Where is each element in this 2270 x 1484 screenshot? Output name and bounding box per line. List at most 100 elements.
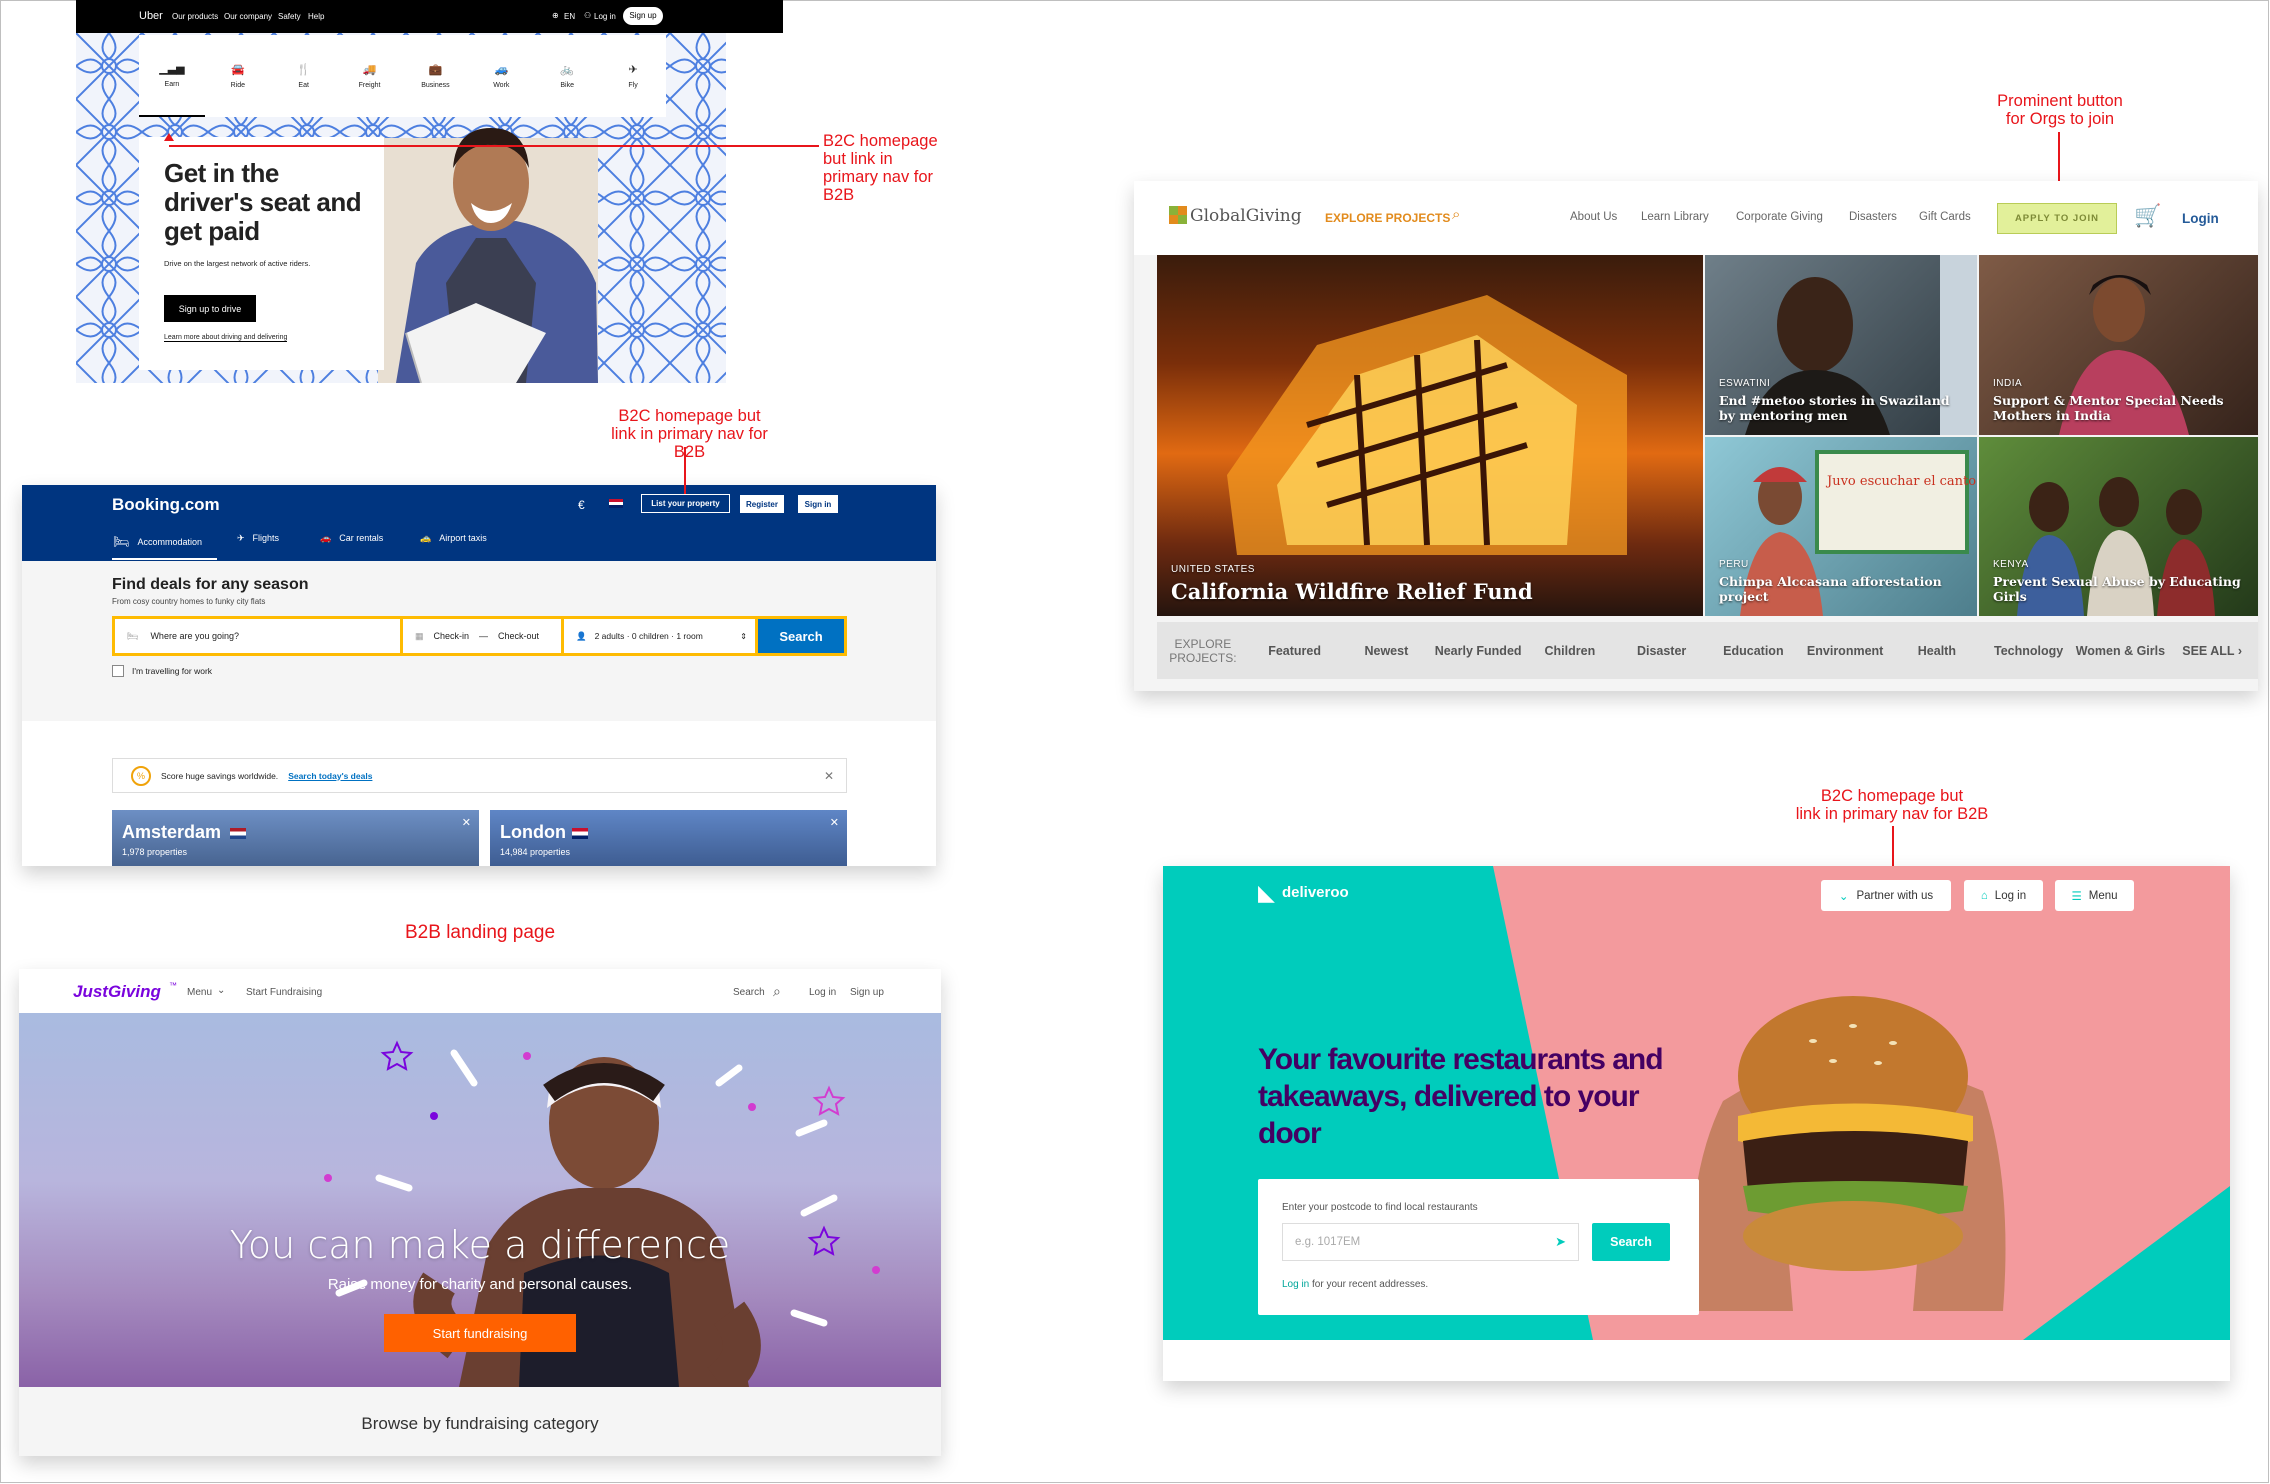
- deliveroo-partner-button[interactable]: ⌄ Partner with us: [1821, 880, 1951, 911]
- globalgiving-cat-women-girls[interactable]: Women & Girls: [2075, 644, 2167, 658]
- uber-learn-more-link[interactable]: Learn more about driving and delivering: [164, 334, 288, 342]
- justgiving-search[interactable]: Search: [733, 987, 765, 998]
- uber-cat-label: Earn: [164, 81, 180, 88]
- booking-tab-accommodation[interactable]: 🛏 Accommodation: [112, 525, 222, 559]
- deliveroo-postcode-input[interactable]: e.g. 1017EM ➤: [1282, 1223, 1579, 1261]
- justgiving-annotation: B2B landing page: [405, 922, 556, 943]
- truck-icon: 🚚: [362, 64, 377, 76]
- search-icon[interactable]: ⌕: [773, 983, 781, 1000]
- booking-search-button[interactable]: Search: [758, 619, 844, 653]
- globalgiving-nav-about[interactable]: About Us: [1570, 211, 1617, 223]
- cart-icon[interactable]: 🛒: [2134, 203, 2161, 229]
- booking-promo-link[interactable]: Search today's deals: [288, 771, 372, 781]
- justgiving-logo[interactable]: JustGiving: [73, 982, 161, 1002]
- justgiving-start-fundraising-button[interactable]: Start fundraising: [384, 1314, 576, 1352]
- uber-cat-bike[interactable]: 🚲 Bike: [534, 35, 600, 117]
- justgiving-signup[interactable]: Sign up: [850, 987, 884, 998]
- globalgiving-tile-india[interactable]: INDIA Support & Mentor Special Needs Mot…: [1979, 255, 2258, 435]
- nl-flag-icon: [230, 828, 246, 839]
- globalgiving-see-all[interactable]: SEE ALL ›: [2166, 644, 2258, 658]
- search-icon[interactable]: ⌕: [1452, 206, 1460, 223]
- deliveroo-partner-label: Partner with us: [1856, 889, 1934, 902]
- globalgiving-cat-environment[interactable]: Environment: [1799, 644, 1891, 658]
- globalgiving-cat-featured[interactable]: Featured: [1249, 644, 1341, 658]
- globalgiving-cat-education[interactable]: Education: [1708, 644, 1800, 658]
- uber-logo[interactable]: Uber: [139, 10, 163, 22]
- booking-guests-select[interactable]: 👤 2 adults · 0 children · 1 room ⇕: [564, 619, 755, 653]
- deliveroo-login-link[interactable]: Log in: [1282, 1279, 1309, 1290]
- location-arrow-icon[interactable]: ➤: [1555, 1234, 1566, 1250]
- uber-nav-products[interactable]: Our products: [172, 12, 218, 21]
- globalgiving-nav-disasters[interactable]: Disasters: [1849, 211, 1897, 223]
- booking-register-button[interactable]: Register: [740, 495, 784, 513]
- globalgiving-cat-health[interactable]: Health: [1891, 644, 1983, 658]
- justgiving-start-fundraising-link[interactable]: Start Fundraising: [246, 987, 322, 998]
- uber-nav-company[interactable]: Our company: [224, 12, 272, 21]
- booking-tab-car-rentals[interactable]: 🚗 Car rentals: [320, 533, 383, 544]
- uber-cat-work[interactable]: 🚙 Work: [468, 35, 534, 117]
- globalgiving-tile-kenya[interactable]: KENYA Prevent Sexual Abuse by Educating …: [1979, 437, 2258, 616]
- globalgiving-tile-main[interactable]: UNITED STATES California Wildfire Relief…: [1157, 255, 1703, 616]
- bed-icon: 🛏: [113, 534, 130, 549]
- percent-icon: %: [131, 765, 151, 786]
- globalgiving-cat-newest[interactable]: Newest: [1341, 644, 1433, 658]
- booking-city-card-amsterdam[interactable]: Amsterdam 1,978 properties ✕: [112, 810, 479, 866]
- booking-logo[interactable]: Booking.com: [112, 495, 220, 515]
- deliveroo-login-button[interactable]: ⌂ Log in: [1964, 880, 2043, 911]
- globalgiving-nav-gift-cards[interactable]: Gift Cards: [1919, 211, 1971, 223]
- uber-signup-drive-button[interactable]: Sign up to drive: [164, 295, 256, 322]
- checkbox[interactable]: [112, 665, 124, 677]
- globalgiving-cat-technology[interactable]: Technology: [1983, 644, 2075, 658]
- person-icon: 👤: [576, 630, 587, 641]
- booking-currency[interactable]: €: [578, 498, 585, 512]
- justgiving-menu[interactable]: Menu: [187, 987, 212, 998]
- deliveroo-menu-button[interactable]: ☰ Menu: [2055, 880, 2134, 911]
- close-icon[interactable]: ✕: [462, 816, 471, 829]
- uber-nav-help[interactable]: Help: [308, 12, 324, 21]
- tile-country: UNITED STATES: [1171, 564, 1255, 575]
- deliveroo-search-button[interactable]: Search: [1592, 1223, 1670, 1261]
- booking-subheading: From cosy country homes to funky city fl…: [112, 597, 266, 606]
- globalgiving-login[interactable]: Login: [2182, 211, 2219, 226]
- booking-tab-underline: [112, 558, 217, 560]
- globalgiving-logo[interactable]: GlobalGiving: [1190, 206, 1302, 226]
- uber-signup-button[interactable]: Sign up: [623, 7, 663, 25]
- globalgiving-nav-corporate[interactable]: Corporate Giving: [1736, 211, 1823, 223]
- uber-cat-eat[interactable]: 🍴 Eat: [271, 35, 337, 117]
- globalgiving-cat-children[interactable]: Children: [1524, 644, 1616, 658]
- uber-cat-business[interactable]: 💼 Business: [403, 35, 469, 117]
- booking-list-property-button[interactable]: List your property: [641, 494, 730, 513]
- justgiving-headline: You can make a difference: [229, 1223, 731, 1267]
- uber-lang[interactable]: EN: [564, 12, 575, 21]
- close-icon[interactable]: ✕: [830, 816, 839, 829]
- globalgiving-logo-icon: [1169, 206, 1187, 224]
- deliveroo-login-label: Log in: [1994, 889, 2027, 902]
- booking-dates-input[interactable]: ▦ Check-in — Check-out: [403, 619, 561, 653]
- globalgiving-nav-library[interactable]: Learn Library: [1641, 211, 1709, 223]
- globalgiving-cat-nearly-funded[interactable]: Nearly Funded: [1432, 644, 1524, 658]
- uk-flag-icon[interactable]: [609, 499, 623, 508]
- uber-subtext: Drive on the largest network of active r…: [164, 259, 311, 268]
- uber-cat-fly[interactable]: ✈ Fly: [600, 35, 666, 117]
- globalgiving-apply-button[interactable]: APPLY TO JOIN: [1997, 203, 2117, 234]
- justgiving-login[interactable]: Log in: [809, 987, 836, 998]
- uber-cat-freight[interactable]: 🚚 Freight: [337, 35, 403, 117]
- globalgiving-cat-disaster[interactable]: Disaster: [1616, 644, 1708, 658]
- booking-city-card-london[interactable]: London 14,984 properties ✕: [490, 810, 847, 866]
- deliveroo-logo[interactable]: deliveroo: [1282, 884, 1349, 901]
- uber-cat-label: Fly: [628, 82, 638, 89]
- close-icon[interactable]: ✕: [824, 769, 834, 783]
- booking-tab-airport-taxis[interactable]: 🚕 Airport taxis: [420, 533, 487, 544]
- uber-nav-safety[interactable]: Safety: [278, 12, 301, 21]
- globalgiving-tile-peru[interactable]: Juvo escuchar el canto de los pajaros PE…: [1705, 437, 1977, 616]
- booking-destination-input[interactable]: 🛏 Where are you going?: [115, 619, 400, 653]
- booking-work-travel[interactable]: I'm travelling for work: [112, 665, 212, 677]
- uber-login[interactable]: Log in: [594, 12, 616, 21]
- globalgiving-tile-eswatini[interactable]: ESWATINI End #metoo stories in Swaziland…: [1705, 255, 1977, 435]
- uber-cat-earn[interactable]: ▁▃▅ Earn: [139, 35, 205, 117]
- uber-cat-label: Bike: [560, 82, 574, 89]
- booking-tab-flights[interactable]: ✈ Flights: [237, 533, 279, 544]
- uber-cat-ride[interactable]: 🚘 Ride: [205, 35, 271, 117]
- booking-signin-button[interactable]: Sign in: [798, 495, 838, 513]
- globalgiving-explore[interactable]: EXPLORE PROJECTS: [1325, 211, 1450, 225]
